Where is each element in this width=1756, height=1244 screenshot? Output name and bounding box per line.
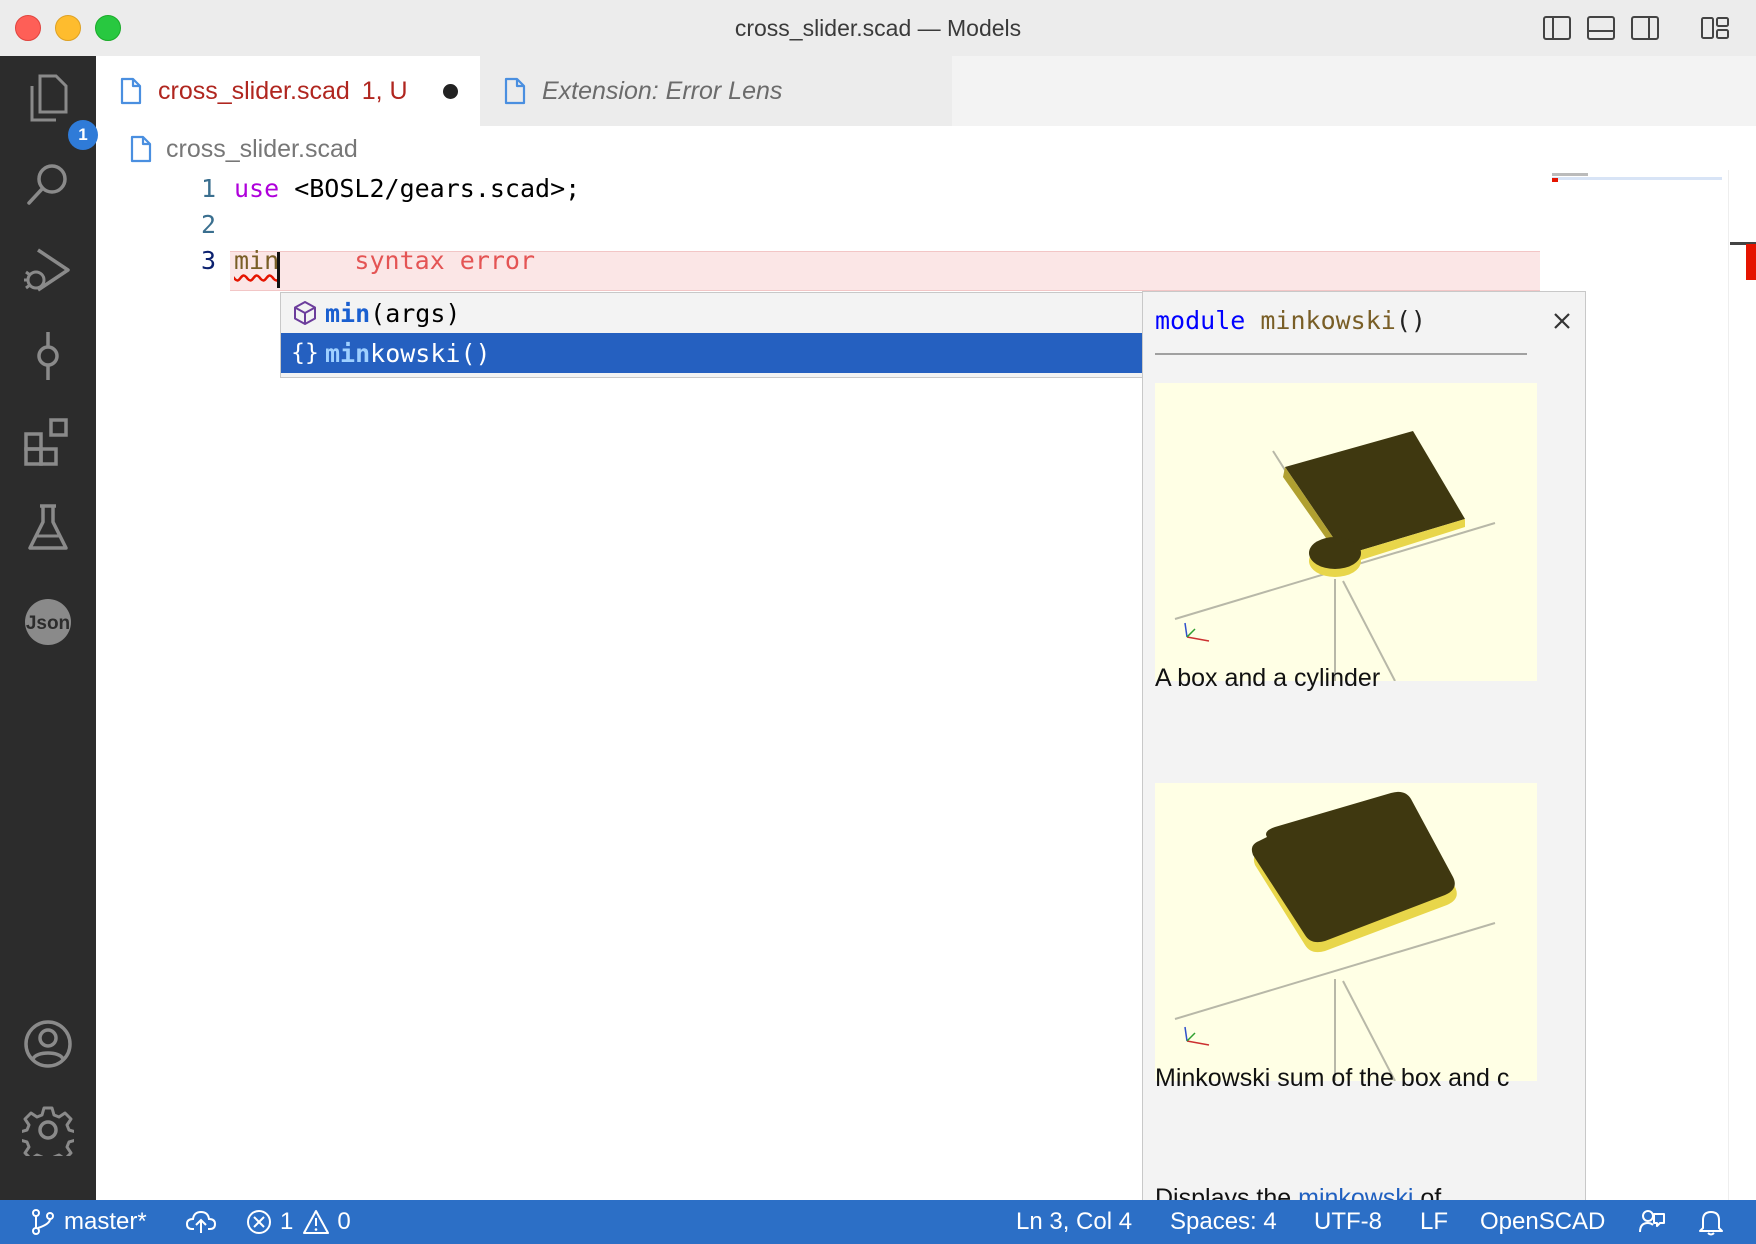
editor-tab-bar: cross_slider.scad 1, U Extension: Error … — [96, 56, 1756, 126]
encoding[interactable]: UTF-8 — [1314, 1200, 1382, 1244]
status-bar: master* 1 0 Ln 3, Col 4 Spaces: 4 UTF-8 … — [0, 1200, 1756, 1244]
minkowski-render-image — [1155, 783, 1537, 1081]
line-number: 2 — [200, 210, 216, 239]
notifications-button[interactable] — [1698, 1200, 1732, 1244]
vertical-scrollbar[interactable] — [1728, 170, 1756, 1200]
cursor-position[interactable]: Ln 3, Col 4 — [1016, 1200, 1132, 1244]
keyword-use: use — [234, 174, 280, 203]
tab-status: 1, U — [361, 76, 408, 105]
cloud-upload-icon — [186, 1210, 216, 1233]
signature-parens: () — [1395, 306, 1426, 335]
minimap-error-marker — [1552, 178, 1558, 182]
window-title: cross_slider.scad — Models — [734, 15, 1022, 41]
toggle-primary-sidebar-icon[interactable] — [1542, 14, 1572, 42]
suggestion-item[interactable]: min (args) — [281, 293, 1143, 333]
signature-keyword: module — [1155, 306, 1246, 335]
activity-bar: 1 Json — [0, 56, 98, 1200]
beaker-icon — [28, 504, 68, 550]
minimap-viewport — [1552, 177, 1722, 180]
tab-cross-slider[interactable]: cross_slider.scad 1, U — [96, 56, 480, 126]
doc-caption-2: Minkowski sum of the box and c — [1155, 1064, 1510, 1092]
error-lens-message: syntax error — [354, 246, 536, 275]
extensions-icon — [24, 418, 68, 466]
testing-button[interactable] — [20, 500, 76, 556]
feedback-button[interactable] — [1638, 1200, 1674, 1244]
typed-text: min — [234, 246, 280, 275]
sync-button[interactable] — [186, 1200, 224, 1244]
breadcrumb-file: cross_slider.scad — [166, 134, 358, 163]
toggle-panel-icon[interactable] — [1586, 14, 1616, 42]
warning-icon — [303, 1210, 330, 1234]
file-icon — [130, 135, 152, 163]
warning-count: 0 — [337, 1208, 351, 1235]
branch-indicator[interactable]: master* — [30, 1200, 147, 1244]
customize-layout-icon[interactable] — [1700, 14, 1730, 42]
bell-icon — [1699, 1211, 1723, 1236]
error-icon — [247, 1210, 271, 1234]
code-text: <BOSL2/gears.scad>; — [279, 174, 581, 203]
text-cursor — [277, 252, 280, 288]
indentation[interactable]: Spaces: 4 — [1170, 1200, 1277, 1244]
scrollbar-error-marker — [1746, 244, 1756, 280]
gear-icon — [22, 1106, 74, 1156]
unsaved-dot-icon[interactable] — [443, 84, 458, 99]
source-control-icon — [37, 332, 59, 380]
code-line-1: use <BOSL2/gears.scad>; — [234, 174, 580, 203]
minimap[interactable] — [1550, 170, 1726, 184]
accounts-button[interactable] — [20, 1016, 76, 1072]
suggestion-rest: kowski() — [370, 338, 491, 368]
box-cylinder-render-image — [1155, 383, 1537, 681]
line-number-current: 3 — [200, 246, 216, 275]
git-branch-icon — [32, 1209, 54, 1235]
end-of-line[interactable]: LF — [1420, 1200, 1448, 1244]
tab-label: Extension: Error Lens — [542, 76, 783, 105]
toggle-secondary-sidebar-icon[interactable] — [1630, 14, 1660, 42]
close-icon[interactable] — [1547, 306, 1577, 336]
json-extension-button[interactable]: Json — [20, 594, 76, 650]
minimap-line — [1552, 173, 1588, 176]
language-mode[interactable]: OpenSCAD — [1480, 1200, 1605, 1244]
doc-signature: module minkowski() — [1155, 306, 1426, 335]
suggest-widget: min (args) {} min kowski() — [280, 292, 1144, 378]
files-icon — [30, 74, 68, 122]
breadcrumb[interactable]: cross_slider.scad — [130, 132, 358, 166]
search-button[interactable] — [20, 156, 76, 212]
run-debug-button[interactable] — [20, 242, 76, 298]
doc-caption-1: A box and a cylinder — [1155, 664, 1381, 692]
cube-icon — [285, 300, 325, 326]
file-icon — [504, 77, 526, 105]
suggestion-item-selected[interactable]: {} min kowski() — [281, 333, 1143, 373]
file-icon — [120, 77, 142, 105]
suggestion-match: min — [325, 338, 371, 368]
run-debug-icon — [24, 248, 70, 292]
suggestion-rest: (args) — [370, 298, 461, 328]
problems-indicator[interactable]: 1 0 — [246, 1200, 351, 1244]
suggestion-match: min — [325, 298, 371, 328]
braces-icon: {} — [291, 340, 319, 366]
title-bar: cross_slider.scad — Models — [0, 0, 1756, 57]
error-count: 1 — [280, 1208, 294, 1235]
vscode-window: cross_slider.scad — Models 1 Json cross_… — [0, 0, 1756, 1244]
doc-divider — [1155, 353, 1527, 355]
branch-name: master* — [64, 1208, 147, 1235]
source-control-button[interactable] — [20, 328, 76, 384]
manage-button[interactable] — [20, 1102, 76, 1158]
account-icon — [24, 1020, 72, 1068]
tab-label: cross_slider.scad — [158, 76, 350, 105]
tab-error-lens[interactable]: Extension: Error Lens — [480, 56, 952, 126]
explorer-button[interactable]: 1 — [20, 70, 98, 150]
explorer-badge: 1 — [68, 120, 98, 150]
search-icon — [27, 164, 67, 205]
extensions-button[interactable] — [20, 414, 76, 470]
feedback-icon — [1639, 1210, 1665, 1233]
line-number: 1 — [200, 174, 216, 203]
signature-name: minkowski — [1260, 306, 1396, 335]
suggestion-details-panel: module minkowski() A box and a cylinder — [1142, 291, 1586, 1202]
json-icon: Json — [25, 599, 71, 645]
svg-text:Json: Json — [26, 613, 70, 634]
